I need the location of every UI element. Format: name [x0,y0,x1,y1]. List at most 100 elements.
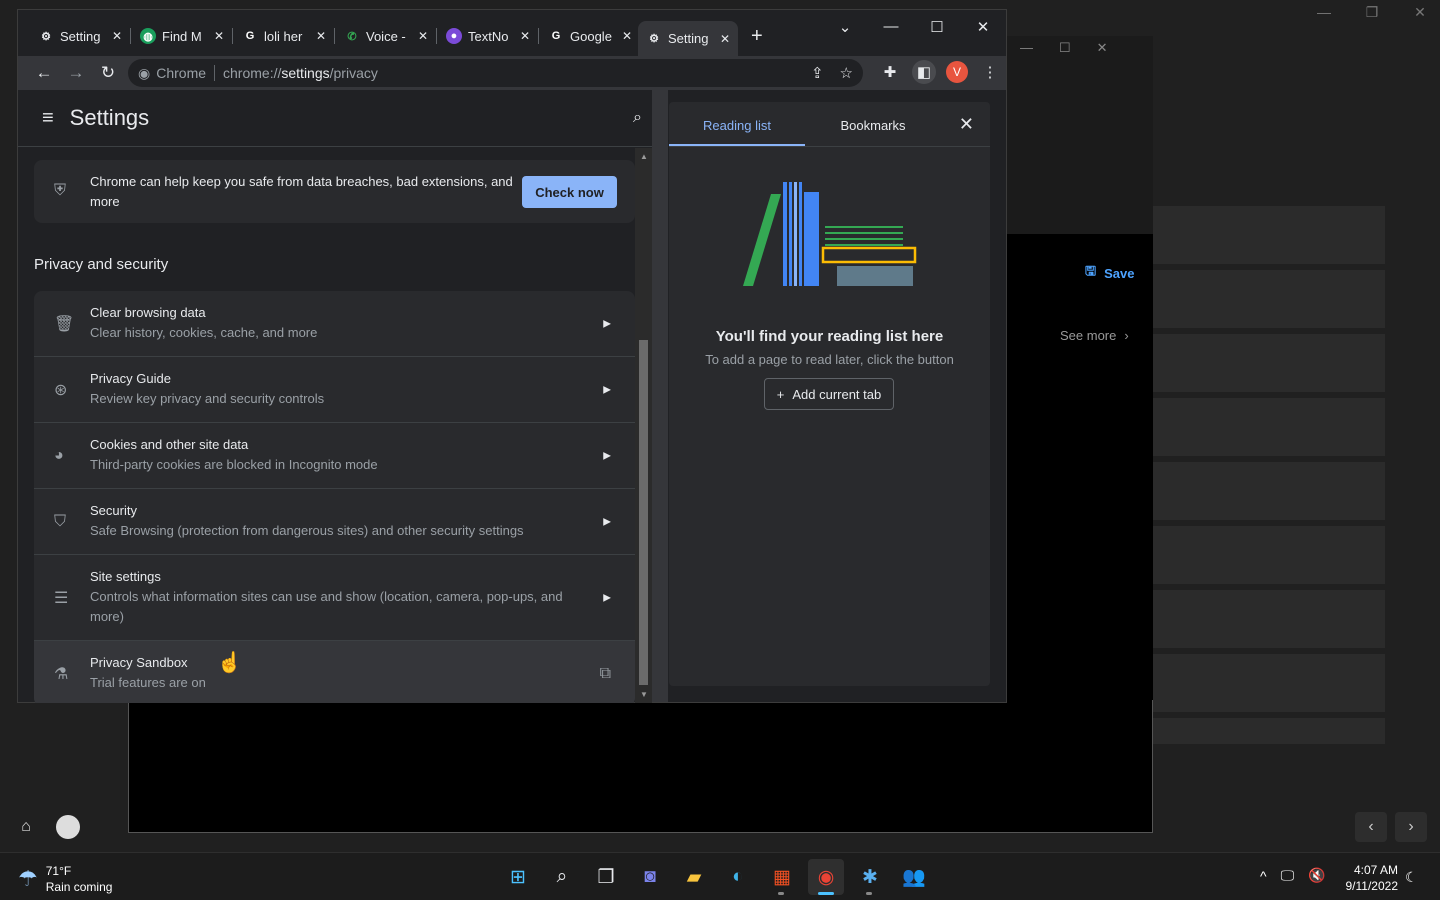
chat-button[interactable]: ◙ [632,859,668,895]
search-icon[interactable]: ⌕ [633,109,642,127]
trash-icon: 🗑 [54,315,75,333]
close-icon[interactable]: ✕ [720,32,730,46]
browser-toolbar: ← → ↻ ◉ Chrome chrome://settings/privacy… [18,56,1006,90]
settings-row-site-settings[interactable]: ☰ Site settings Controls what informatio… [34,554,635,640]
scrollbar[interactable]: ▲ ▼ [635,148,652,703]
chevron-up-icon[interactable]: ^ [1260,868,1267,884]
minimize-icon[interactable]: — [1020,40,1033,56]
sliders-icon: ☰ [54,589,69,607]
teams-button[interactable]: 👥 [896,859,932,895]
settings-row-cookies[interactable]: ◕ Cookies and other site data Third-part… [34,422,635,488]
close-icon[interactable]: ✕ [959,114,974,135]
close-icon[interactable]: ✕ [1097,40,1108,56]
minimize-icon[interactable]: — [868,18,914,36]
scrollbar-thumb[interactable] [639,340,648,685]
list-item[interactable] [1153,462,1385,520]
close-icon[interactable]: ✕ [960,18,1006,36]
file-explorer-button[interactable]: ▰ [676,859,712,895]
list-item[interactable] [1153,590,1385,648]
volume-muted-icon[interactable]: 🔇 [1308,867,1325,884]
next-button[interactable]: › [1395,812,1427,842]
close-icon[interactable]: ✕ [1410,4,1430,21]
weather-widget[interactable]: ☂ 71°F Rain coming [18,863,112,895]
network-icon[interactable]: 🖵 [1281,867,1295,884]
maximize-icon[interactable]: ☐ [1059,40,1071,56]
list-item[interactable] [1153,526,1385,584]
settings-row-privacy-sandbox[interactable]: ⚗ Privacy Sandbox Trial features are on … [34,640,635,703]
settings-row-clear-browsing-data[interactable]: 🗑 Clear browsing data Clear history, coo… [34,291,635,356]
tab-search-icon[interactable]: ⌄ [822,18,868,36]
chrome-taskbar-button[interactable]: ◉ [808,859,844,895]
chevron-right-icon: › [1124,328,1129,343]
close-icon[interactable]: ✕ [214,29,224,43]
address-bar[interactable]: ◉ Chrome chrome://settings/privacy ⇪ ☆ [128,59,863,87]
browser-tab[interactable]: ✆ Voice - ✕ [336,23,436,49]
scroll-up-icon[interactable]: ▲ [640,152,648,161]
previous-button[interactable]: ‹ [1355,812,1387,842]
browser-tab[interactable]: ◍ Find M ✕ [132,23,232,49]
close-icon[interactable]: ✕ [418,29,428,43]
hamburger-menu-icon[interactable]: ≡ [42,107,54,130]
list-item[interactable] [1153,270,1385,328]
list-item[interactable] [1153,334,1385,392]
start-button[interactable]: ⊞ [500,859,536,895]
browser-tab[interactable]: G Google ✕ [540,23,640,49]
minimize-icon[interactable]: — [1314,4,1334,21]
browser-tab[interactable]: ⚙ Setting ✕ [30,23,130,49]
share-icon[interactable]: ⇪ [811,64,824,82]
close-icon[interactable]: ✕ [622,29,632,43]
back-button[interactable]: ← [28,63,60,83]
save-button[interactable]: 🖫 Save [1085,262,1134,284]
list-item[interactable] [1153,398,1385,456]
row-subtitle: Clear history, cookies, cache, and more [90,325,318,340]
menu-icon[interactable]: ⋮ [978,60,1002,84]
task-view-button[interactable]: ❐ [588,859,624,895]
tab-reading-list[interactable]: Reading list [669,102,805,146]
browser-tab-active[interactable]: ⚙ Setting ✕ [638,21,739,56]
row-title: Site settings [90,569,161,584]
avatar[interactable]: V [946,61,968,83]
settings-content: ⛨ Chrome can help keep you safe from dat… [18,148,652,703]
app-button[interactable]: ✱ [852,859,888,895]
avatar[interactable] [56,815,80,839]
maximize-icon[interactable]: ❐ [1362,4,1382,21]
maximize-icon[interactable]: ☐ [914,18,960,36]
chat-icon: ◙ [644,866,656,887]
row-subtitle: Trial features are on [90,675,206,690]
close-icon[interactable]: ✕ [112,29,122,43]
save-icon: 🖫 [1085,263,1097,278]
row-subtitle: Review key privacy and security controls [90,391,325,406]
bookmark-star-icon[interactable]: ☆ [840,64,853,82]
reading-list-heading: You'll find your reading list here [715,328,944,345]
see-more-label: See more [1060,328,1117,343]
store-button[interactable]: ▦ [764,859,800,895]
plus-icon: + [776,386,785,402]
edge-icon: ◐ [732,866,744,887]
browser-tab[interactable]: G loli her ✕ [234,23,334,49]
home-icon[interactable]: ⌂ [14,815,38,839]
close-icon[interactable]: ✕ [316,29,326,43]
side-panel-gutter [652,90,668,702]
list-item[interactable] [1153,718,1385,744]
close-icon[interactable]: ✕ [520,29,530,43]
forward-button[interactable]: → [60,63,92,83]
side-panel-icon[interactable]: ◧ [912,60,936,84]
list-item[interactable] [1153,206,1385,264]
add-current-tab-button[interactable]: + Add current tab [764,378,894,410]
tab-bookmarks[interactable]: Bookmarks [805,102,941,146]
edge-button[interactable]: ◐ [720,859,756,895]
scroll-down-icon[interactable]: ▼ [640,690,648,699]
tab-title: TextNo [468,28,509,44]
settings-row-security[interactable]: ⛉ Security Safe Browsing (protection fro… [34,488,635,554]
list-item[interactable] [1153,654,1385,712]
see-more-link[interactable]: See more › [1060,328,1129,343]
clock[interactable]: 4:07 AM 9/11/2022 [1340,862,1399,894]
reload-button[interactable]: ↻ [92,63,124,83]
settings-row-privacy-guide[interactable]: ⊛ Privacy Guide Review key privacy and s… [34,356,635,422]
check-now-button[interactable]: Check now [522,176,617,208]
search-button[interactable]: ⌕ [544,859,580,895]
browser-tab[interactable]: ● TextNo ✕ [438,23,538,49]
moon-icon[interactable]: ☾ [1405,869,1418,886]
new-tab-button[interactable]: + [751,25,763,48]
extensions-icon[interactable]: ✚ [878,60,902,84]
